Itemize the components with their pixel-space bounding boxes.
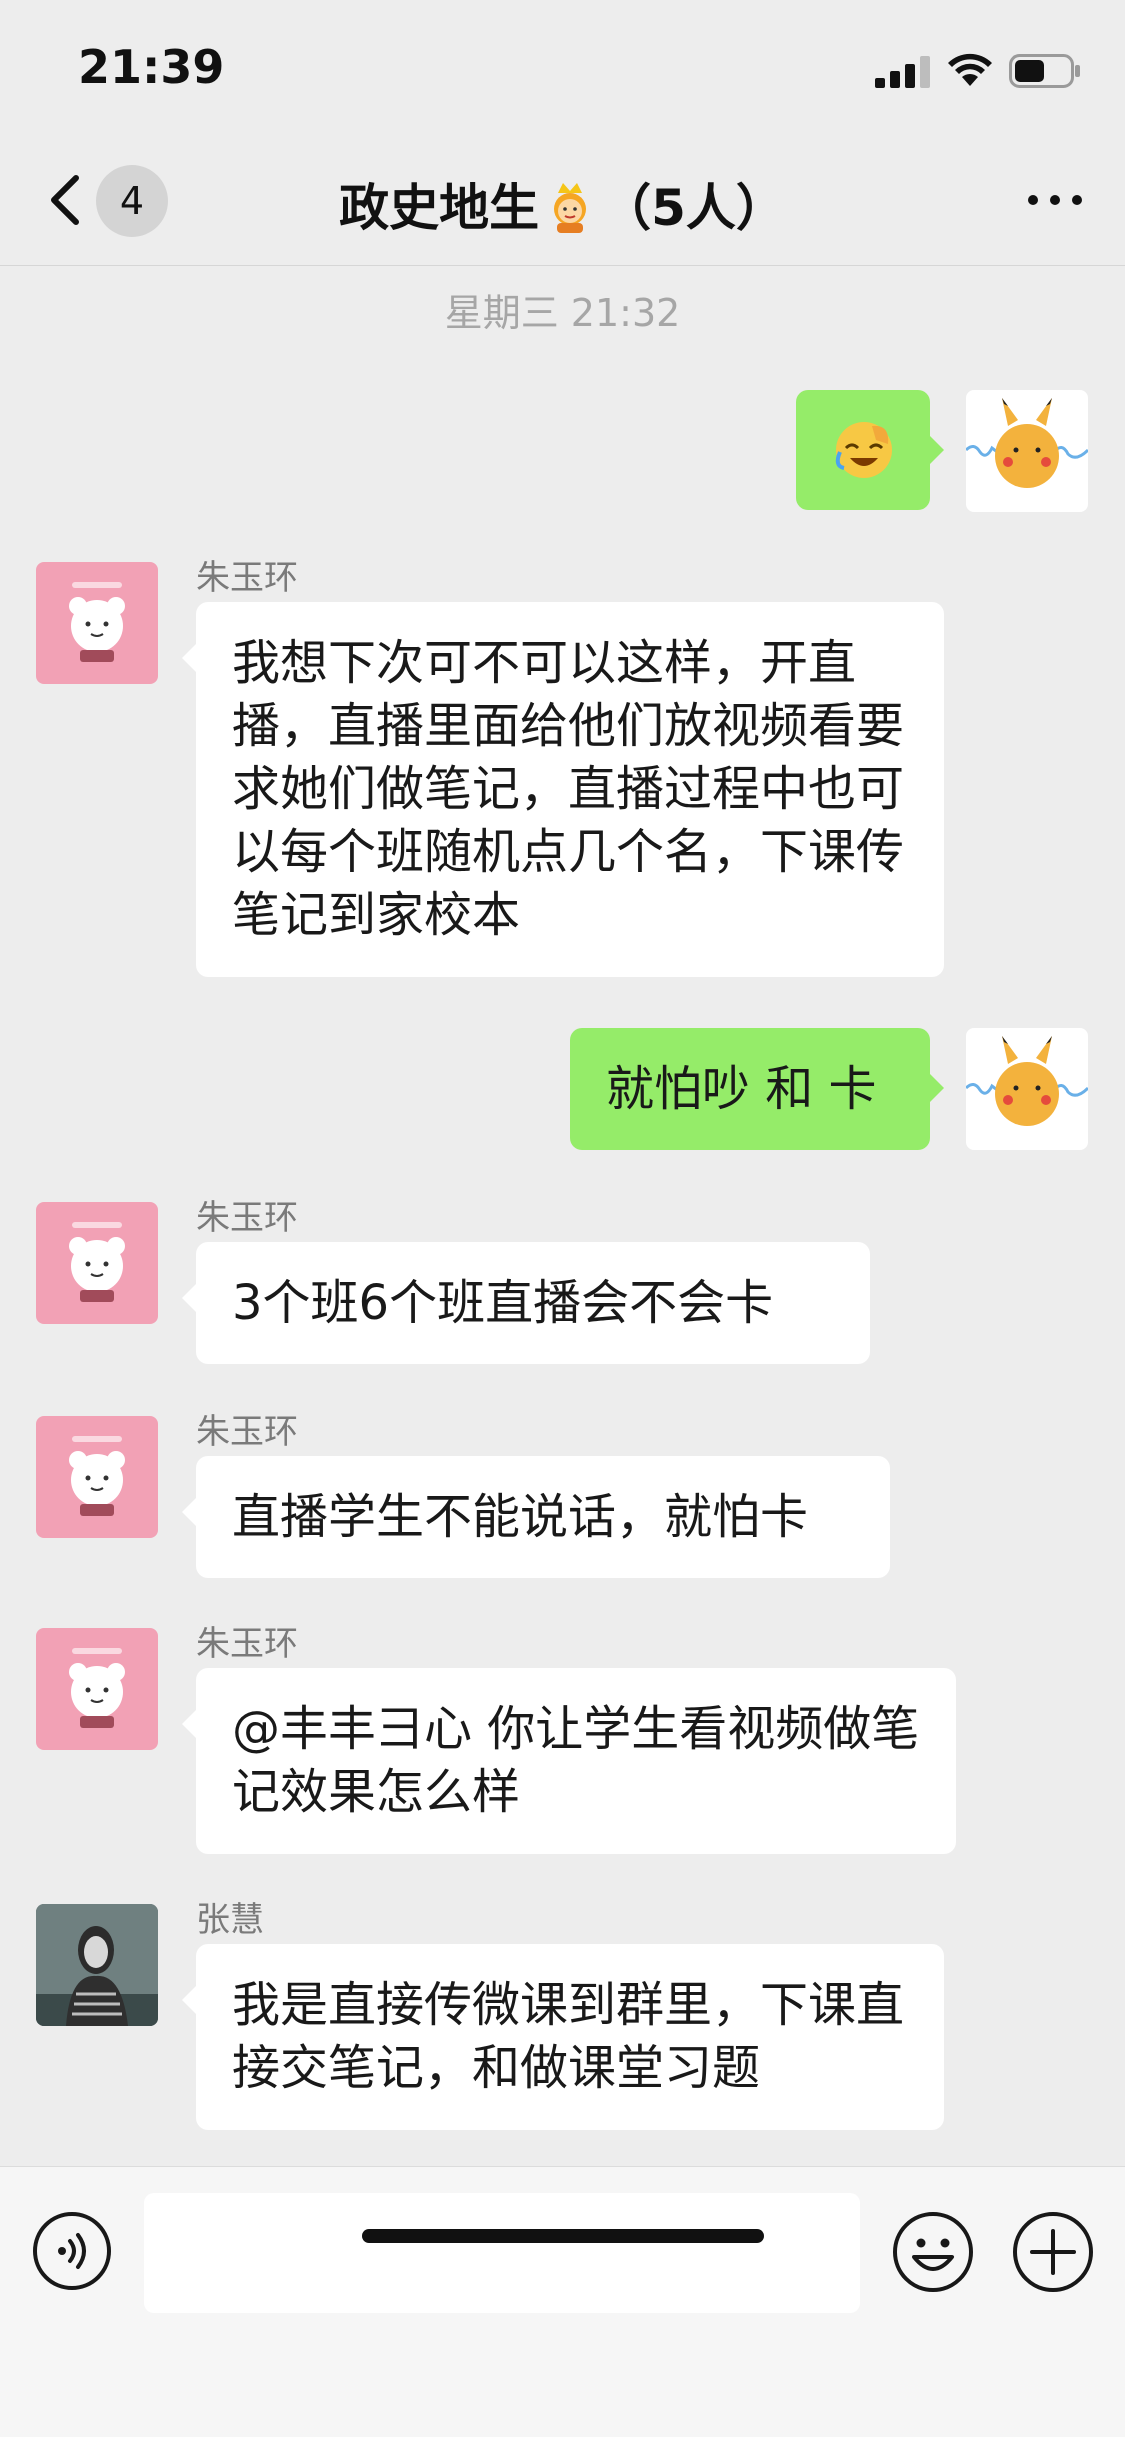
- pikachu-avatar[interactable]: [966, 390, 1088, 512]
- bear-avatar[interactable]: [36, 1416, 158, 1538]
- message-text: 我想下次可不可以这样，开直播，直播里面给他们放视频看要求她们做笔记，直播过程中也…: [232, 635, 905, 943]
- message-bubble[interactable]: 我是直接传微课到群里，下课直接交笔记，和做课堂习题: [182, 1944, 944, 2130]
- bear-avatar-image: [69, 1648, 125, 1728]
- message-text: 直播学生不能说话，就怕卡: [232, 1489, 809, 1545]
- message-bubble[interactable]: 直播学生不能说话，就怕卡: [182, 1456, 890, 1578]
- status-time: 21:39: [78, 40, 225, 94]
- bear-avatar-image: [69, 1222, 125, 1302]
- message-text: 我是直接传微课到群里，下课直接交笔记，和做课堂习题: [232, 1977, 905, 2096]
- input-bar: [0, 2166, 1125, 2437]
- bear-avatar[interactable]: [36, 562, 158, 684]
- bear-avatar-image: [69, 582, 125, 662]
- more-horizontal-icon[interactable]: [1025, 180, 1085, 220]
- bear-avatar-image: [69, 1436, 125, 1516]
- sender-name: 朱玉环: [196, 1412, 298, 1452]
- self-message-bubble[interactable]: [796, 390, 944, 510]
- face-palm-laughing-emoji-icon: [835, 422, 892, 478]
- sender-name: 朱玉环: [196, 1624, 298, 1664]
- message-timestamp: 星期三 21:32: [444, 291, 681, 335]
- message-input[interactable]: [144, 2193, 860, 2313]
- bear-avatar[interactable]: [36, 1202, 158, 1324]
- sender-name: 朱玉环: [196, 1198, 298, 1238]
- group-name: 政史地生: [339, 179, 540, 237]
- cellular-signal-icon: [875, 56, 930, 88]
- bear-avatar[interactable]: [36, 1628, 158, 1750]
- battery-icon: [1009, 54, 1080, 88]
- sender-name: 朱玉环: [196, 558, 298, 598]
- pikachu-avatar-image: [966, 1036, 1088, 1126]
- sender-name: 张慧: [196, 1900, 264, 1940]
- status-bar: 21:39: [0, 0, 1125, 140]
- smiley-icon[interactable]: [892, 2211, 974, 2293]
- message-text: 3个班6个班直播会不会卡: [232, 1275, 774, 1331]
- message-bubble[interactable]: @丰丰彐心 你让学生看视频做笔记效果怎么样: [182, 1668, 956, 1854]
- self-message-bubble[interactable]: 就怕吵 和 卡: [570, 1028, 944, 1150]
- message-text: @丰丰彐心 你让学生看视频做笔记效果怎么样: [232, 1701, 920, 1820]
- chat-title[interactable]: 政史地生 （5人）: [0, 168, 1125, 240]
- message-text: 就怕吵 和 卡: [606, 1061, 877, 1117]
- message-bubble[interactable]: 3个班6个班直播会不会卡: [182, 1242, 870, 1364]
- wifi-icon: [948, 53, 992, 86]
- member-count: （5人）: [601, 179, 786, 237]
- message-bubble[interactable]: 我想下次可不可以这样，开直播，直播里面给他们放视频看要求她们做笔记，直播过程中也…: [182, 602, 944, 977]
- voice-icon[interactable]: [32, 2211, 112, 2291]
- nav-bar: 4 政史地生 （5人）: [0, 140, 1125, 266]
- princess-emoji-icon: [554, 183, 587, 233]
- pikachu-avatar[interactable]: [966, 1028, 1088, 1150]
- status-icons: [875, 50, 1085, 90]
- pikachu-avatar-image: [966, 398, 1088, 488]
- home-indicator: [362, 2229, 764, 2243]
- photo-avatar[interactable]: [36, 1904, 158, 2026]
- plus-circle-icon[interactable]: [1012, 2211, 1094, 2293]
- photo-avatar-image: [36, 1904, 158, 2026]
